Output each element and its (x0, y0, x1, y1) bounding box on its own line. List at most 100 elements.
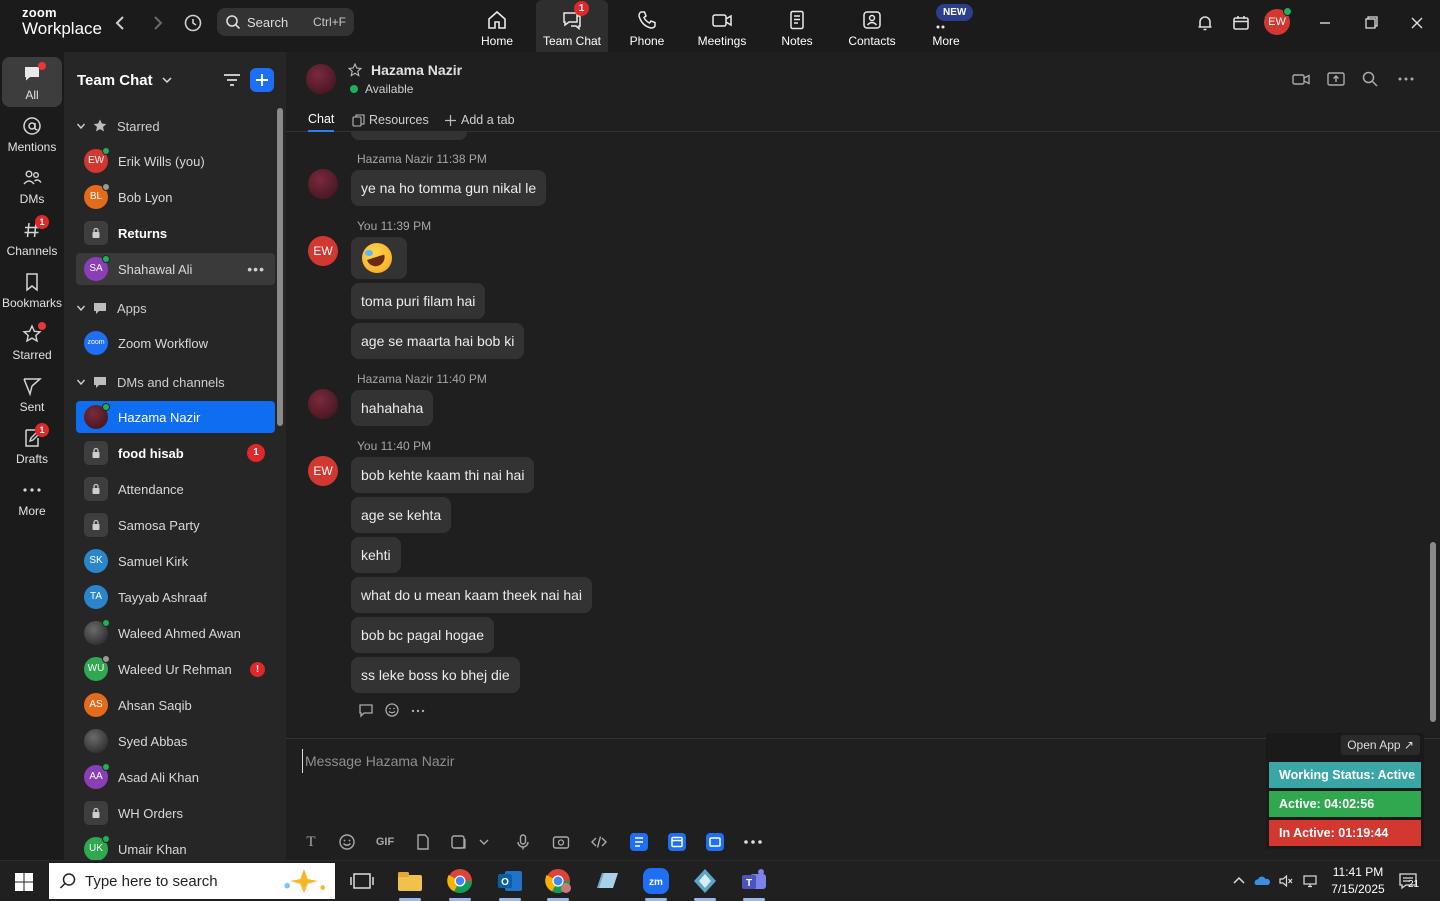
search-chat-icon[interactable] (1361, 70, 1379, 88)
more-actions-icon[interactable] (410, 702, 426, 718)
sidebar-item-returns[interactable]: Returns (76, 217, 275, 249)
screenshot-icon[interactable] (450, 833, 468, 851)
sidebar-item-attendance[interactable]: Attendance (76, 473, 275, 505)
nav-notes[interactable]: Notes (761, 0, 833, 52)
sidebar-item-zoom-workflow[interactable]: zoom Zoom Workflow (76, 327, 275, 359)
sidebar-item-erik-wills-you[interactable]: EW Erik Wills (you) (76, 145, 275, 177)
rail-item-sent[interactable]: Sent (2, 369, 62, 419)
sidebar-item-samosa-party[interactable]: Samosa Party (76, 509, 275, 541)
network-icon[interactable] (1302, 873, 1318, 889)
message-sender[interactable]: You (357, 439, 377, 453)
message-avatar[interactable] (308, 169, 338, 199)
nav-team-chat[interactable]: Team Chat 1 (536, 0, 608, 52)
tab-add[interactable]: Add a tab (444, 108, 515, 132)
volume-muted-icon[interactable] (1278, 873, 1294, 889)
message-bubble[interactable]: ye na ho tomma gun nikal le (351, 170, 547, 206)
contact-name[interactable]: Hazama Nazir (371, 62, 462, 78)
teams-icon[interactable]: T (739, 866, 769, 901)
new-chat-button[interactable] (250, 68, 274, 92)
rail-item-starred[interactable]: Starred (2, 317, 62, 367)
calendar-icon[interactable] (1230, 12, 1252, 34)
file-explorer-icon[interactable] (395, 866, 425, 901)
whiteboard-app-icon[interactable] (706, 833, 724, 851)
message-bubble[interactable]: what do u mean kaam theek nai hai (351, 577, 593, 613)
chrome-icon[interactable] (445, 866, 475, 901)
item-more-icon[interactable]: ••• (247, 261, 265, 277)
section-header[interactable]: Starred (76, 114, 160, 138)
bell-icon[interactable] (1194, 12, 1216, 34)
rail-item-more[interactable]: More (2, 473, 62, 523)
rail-item-drafts[interactable]: Drafts 1 (2, 421, 62, 471)
message-bubble-emoji[interactable] (351, 237, 407, 279)
user-avatar[interactable]: EW (1264, 7, 1292, 35)
chrome-profile-icon[interactable] (543, 866, 573, 901)
message-bubble[interactable]: bob bc pagal hogae (351, 617, 494, 653)
rail-item-mentions[interactable]: Mentions (2, 109, 62, 159)
restore-icon[interactable] (1358, 12, 1384, 34)
sidebar-scrollbar[interactable] (277, 108, 283, 426)
emoji-icon[interactable] (338, 833, 356, 851)
gif-icon[interactable]: GIF (374, 833, 396, 851)
open-app-button[interactable]: Open App ↗ (1341, 735, 1420, 755)
nav-contacts[interactable]: Contacts (836, 0, 908, 52)
message-avatar[interactable]: EW (308, 236, 338, 266)
code-snippet-icon[interactable] (590, 833, 608, 851)
more-tools-icon[interactable] (742, 833, 764, 851)
message-avatar[interactable]: EW (308, 456, 338, 486)
sidebar-item-waleed-ur-rehman[interactable]: WU Waleed Ur Rehman! (76, 653, 275, 685)
sidebar-item-asad-ali-khan[interactable]: AA Asad Ali Khan (76, 761, 275, 793)
chevron-down-icon[interactable] (478, 833, 490, 851)
task-view-icon[interactable] (347, 866, 377, 896)
app-window-icon[interactable] (592, 866, 622, 896)
rail-item-bookmarks[interactable]: Bookmarks (2, 265, 62, 315)
message-input[interactable] (302, 749, 1202, 773)
message-scrollbar[interactable] (1430, 542, 1436, 722)
taskbar-search-input[interactable] (85, 872, 275, 890)
filter-icon[interactable] (222, 70, 242, 90)
search-box[interactable]: Search Ctrl+F (217, 8, 354, 36)
star-icon[interactable] (348, 63, 362, 77)
nav-meetings[interactable]: Meetings (686, 0, 758, 52)
zoom-taskbar-icon[interactable]: zm (641, 866, 671, 901)
rail-item-all[interactable]: All (2, 57, 62, 107)
rail-item-dms[interactable]: DMs (2, 161, 62, 211)
message-bubble[interactable]: age se kehta (351, 497, 452, 533)
message-sender[interactable]: You (357, 219, 377, 233)
sidebar-item-tayyab-ashraaf[interactable]: TA Tayyab Ashraaf (76, 581, 275, 613)
minimize-icon[interactable] (1312, 12, 1338, 34)
share-screen-icon[interactable] (1327, 70, 1345, 88)
sidebar-item-hazama-nazir[interactable]: Hazama Nazir (76, 401, 275, 433)
sidebar-item-syed-abbas[interactable]: Syed Abbas (76, 725, 275, 757)
taskbar-clock[interactable]: 11:41 PM 7/15/2025 (1330, 864, 1386, 898)
video-call-icon[interactable] (1292, 70, 1310, 88)
message-sender[interactable]: Hazama Nazir (357, 372, 433, 386)
reaction-icon[interactable] (384, 702, 400, 718)
sidebar-item-bob-lyon[interactable]: BL Bob Lyon (76, 181, 275, 213)
history-icon[interactable] (182, 12, 204, 34)
video-message-icon[interactable] (552, 833, 570, 851)
section-header[interactable]: Apps (76, 296, 147, 320)
message-bubble[interactable]: hahahaha (351, 390, 434, 426)
nav-phone[interactable]: Phone (611, 0, 683, 52)
file-icon[interactable] (414, 833, 432, 851)
forward-arrow-icon[interactable] (146, 12, 168, 34)
message-bubble[interactable]: bob kehte kaam thi nai hai (351, 457, 535, 493)
windows-start-icon[interactable] (14, 872, 34, 892)
sidebar-item-wh-orders[interactable]: WH Orders (76, 797, 275, 829)
contact-avatar[interactable] (306, 64, 336, 94)
sidebar-item-food-hisab[interactable]: food hisab 1 (76, 437, 275, 469)
section-header[interactable]: DMs and channels (76, 370, 225, 394)
message-bubble[interactable]: toma puri filam hai (351, 283, 486, 319)
docs-app-icon[interactable] (630, 833, 648, 851)
sidebar-title[interactable]: Team Chat (77, 72, 173, 89)
microphone-icon[interactable] (514, 833, 532, 851)
sidebar-item-samuel-kirk[interactable]: SK Samuel Kirk (76, 545, 275, 577)
taskbar-search[interactable] (49, 863, 335, 899)
tab-chat[interactable]: Chat (308, 108, 335, 132)
calendar-app-icon[interactable] (668, 833, 686, 851)
message-sender[interactable]: Hazama Nazir (357, 152, 433, 166)
sidebar-item-waleed-ahmed-awan[interactable]: Waleed Ahmed Awan (76, 617, 275, 649)
format-text-icon[interactable]: T (302, 833, 320, 851)
more-options-icon[interactable] (1397, 70, 1415, 88)
message-bubble[interactable]: kehti (351, 537, 401, 573)
